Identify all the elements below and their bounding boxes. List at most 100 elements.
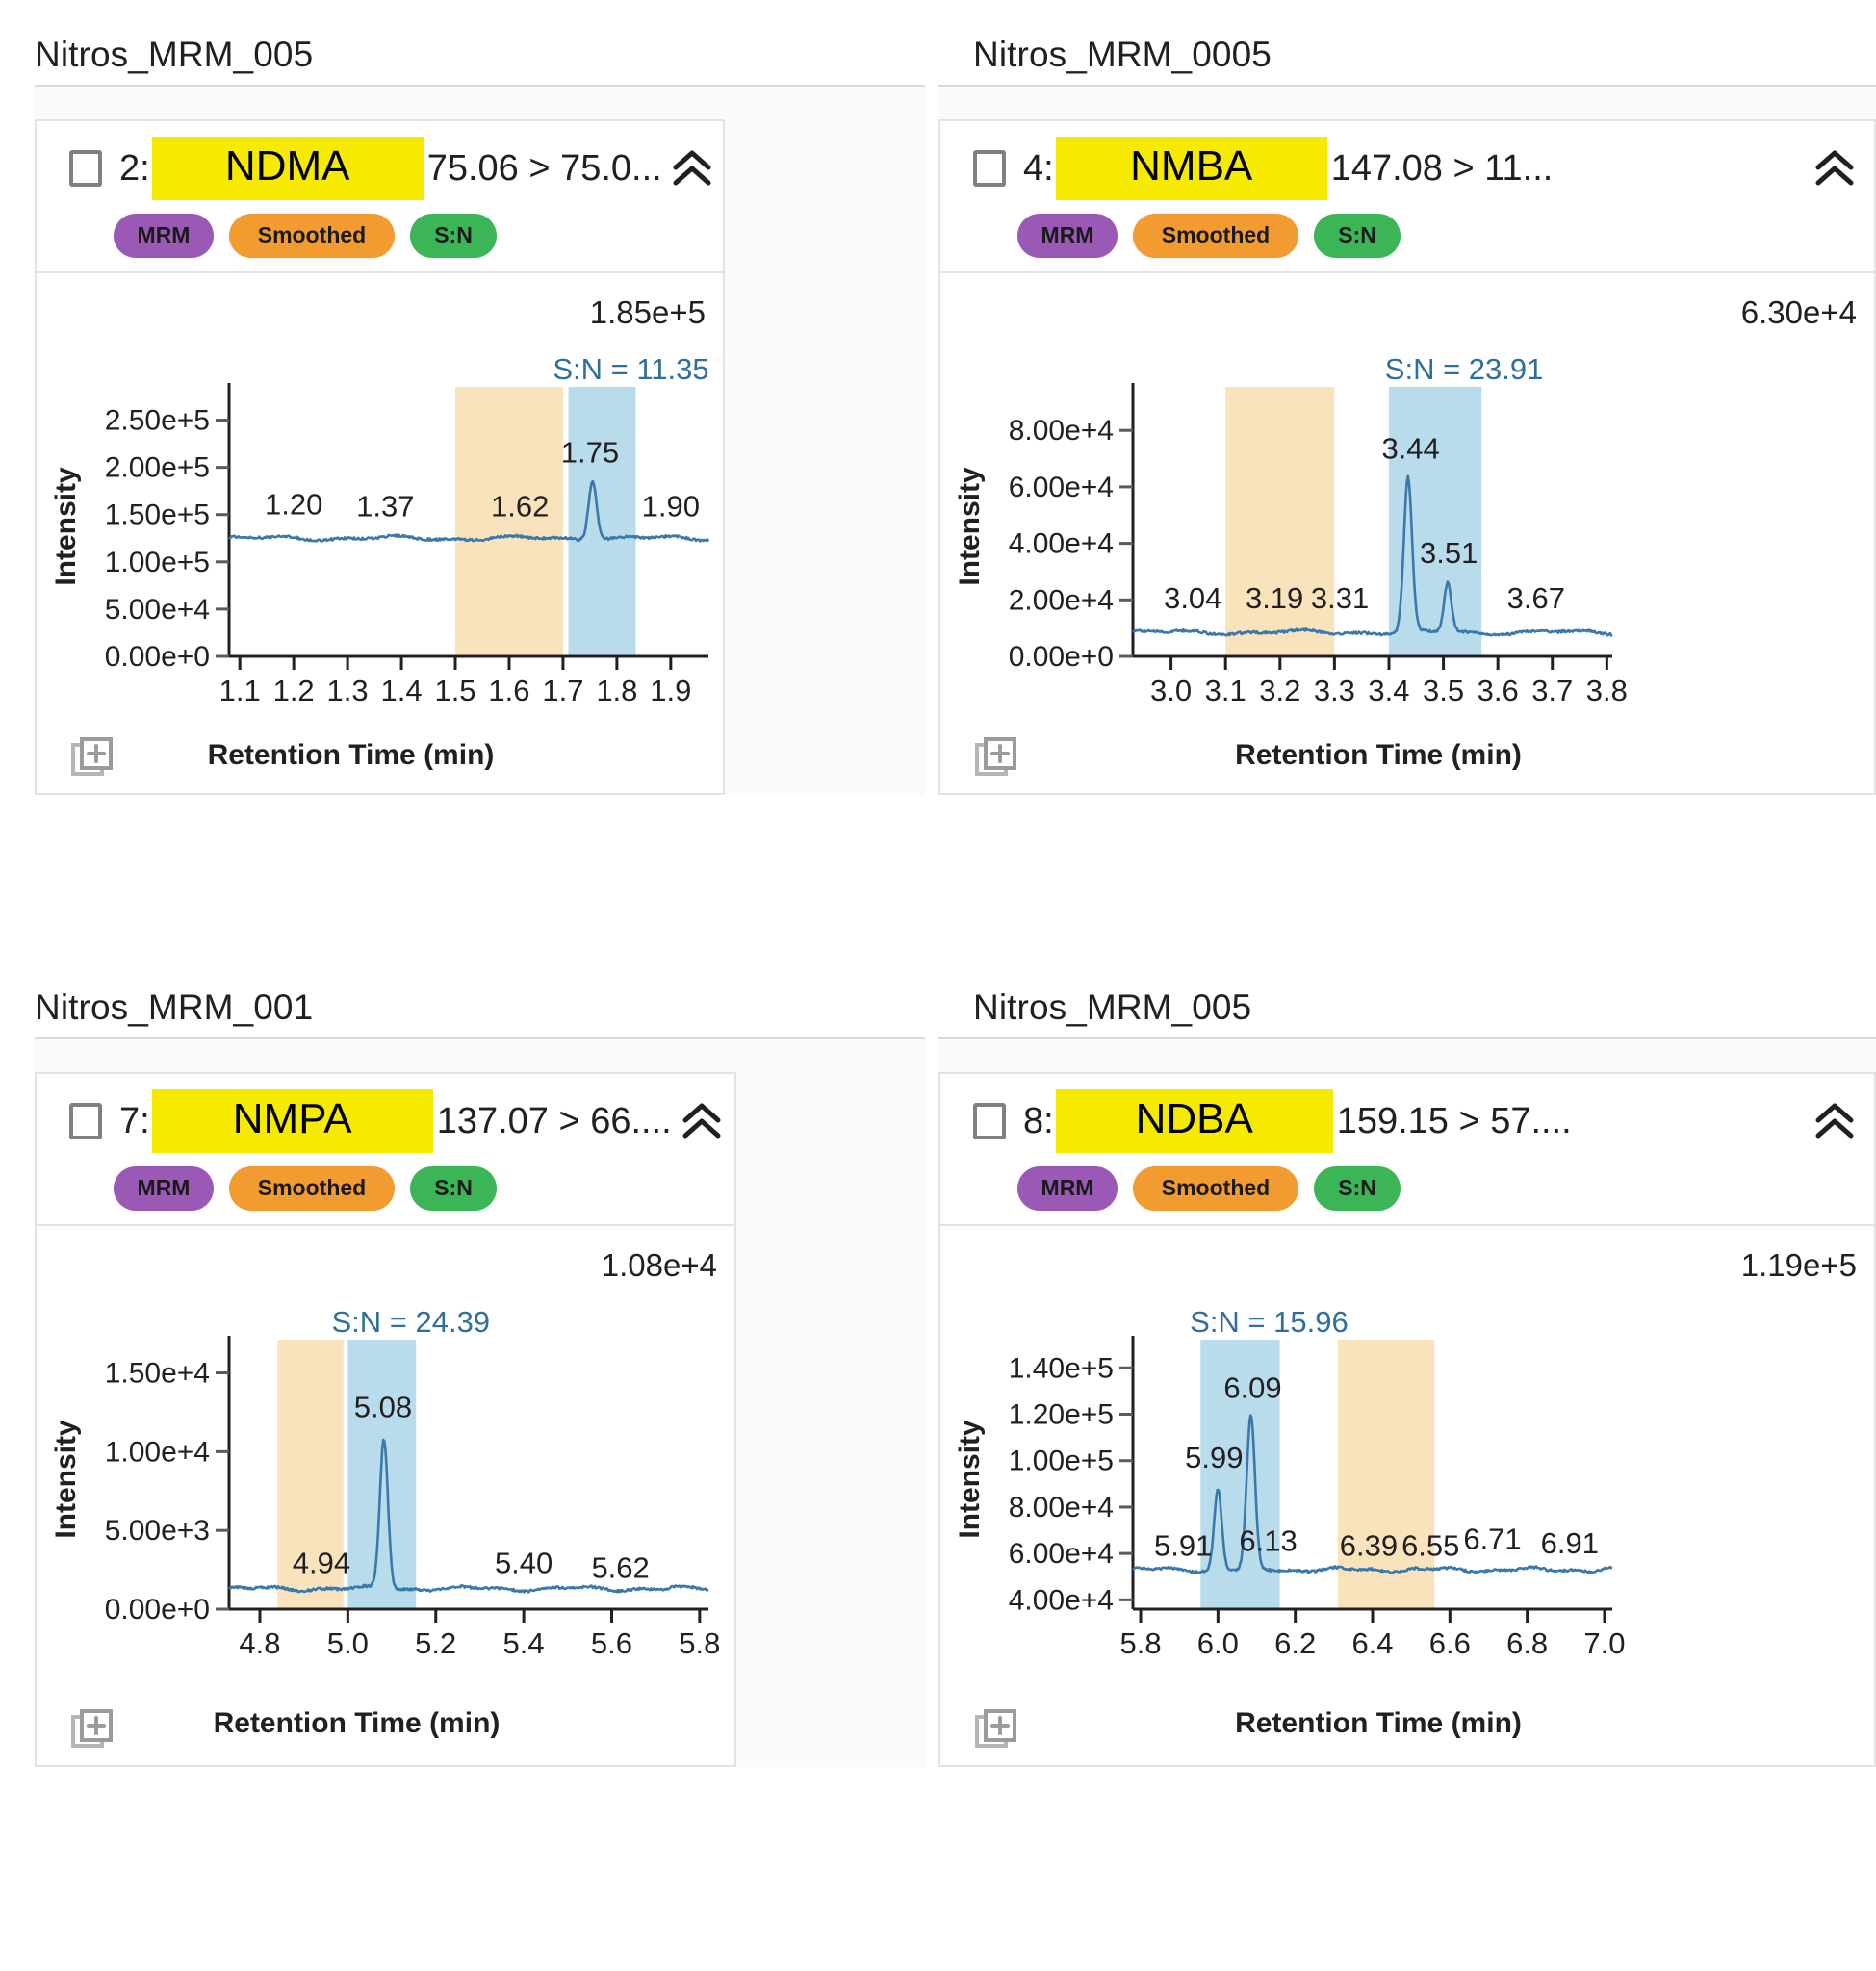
x-tick-label: 5.6 [591,1626,632,1660]
tag-smoothed-1[interactable]: Smoothed [229,214,395,258]
y-tick-label: 1.20e+5 [1009,1399,1114,1431]
sn-band [568,387,636,656]
add-plot-icon-2[interactable] [975,737,1017,780]
panel-nmpa: Nitros_MRM_001 7: NMPA 137.07 > 66.... M… [0,966,938,1971]
chevron-double-up-icon[interactable] [670,146,714,191]
x-tick-label: 5.2 [415,1626,456,1660]
chevron-double-up-icon[interactable] [1812,146,1857,191]
analyte-card-3: 7: NMPA 137.07 > 66.... MRM Smoothed S:N… [35,1072,736,1767]
select-checkbox-2[interactable] [973,150,1006,187]
transition-4: 159.15 > 57.... [1336,1100,1572,1141]
y-max-annotation-2: 6.30e+4 [1740,294,1857,330]
peak-rt-label: 3.31 [1311,581,1369,615]
select-checkbox-3[interactable] [69,1103,102,1139]
tag-sn-2[interactable]: S:N [1314,214,1401,258]
select-checkbox-1[interactable] [69,150,102,187]
add-plot-icon-1[interactable] [71,737,114,780]
tag-mrm-1[interactable]: MRM [114,214,214,258]
panel-ndma: Nitros_MRM_005 2: NDMA 75.06 > 75.0... M… [0,0,938,966]
x-tick-label: 6.8 [1506,1626,1548,1660]
sn-annotation: S:N = 11.35 [553,352,708,386]
y-tick-label: 0.00e+0 [105,1594,210,1625]
tag-row-4: MRM Smoothed S:N [940,1153,1874,1211]
tag-mrm-4[interactable]: MRM [1017,1166,1118,1211]
y-tick-label: 6.00e+4 [1009,472,1114,503]
peak-rt-label: 6.55 [1401,1529,1459,1563]
panel-wrap-2: 4: NMBA 147.08 > 11... MRM Smoothed S:N … [938,85,1876,795]
file-title-4: Nitros_MRM_005 [973,987,1252,1027]
chevron-double-up-icon[interactable] [680,1099,724,1143]
panel-wrap-4: 8: NDBA 159.15 > 57.... MRM Smoothed S:N… [938,1037,1876,1767]
x-tick-label: 6.2 [1274,1626,1316,1660]
x-axis-title-3: Retention Time (min) [213,1707,501,1739]
peak-rt-label: 1.75 [561,436,619,470]
tag-mrm-3[interactable]: MRM [114,1166,214,1211]
tag-sn-3[interactable]: S:N [410,1166,497,1211]
x-tick-label: 3.4 [1368,674,1409,707]
peak-rt-label: 6.39 [1340,1529,1398,1563]
select-checkbox-4[interactable] [973,1103,1006,1139]
x-tick-label: 1.9 [650,674,691,707]
chevron-double-up-icon[interactable] [1812,1099,1857,1143]
tag-smoothed-4[interactable]: Smoothed [1133,1166,1298,1211]
y-tick-label: 4.00e+4 [1009,528,1114,560]
chromatogram-panel-grid: Nitros_MRM_005 2: NDMA 75.06 > 75.0... M… [0,0,1876,1971]
file-title-1: Nitros_MRM_005 [35,35,314,74]
sn-annotation: S:N = 15.96 [1190,1305,1349,1339]
peak-rt-label: 6.09 [1223,1371,1281,1405]
card-header-3: 7: NMPA 137.07 > 66.... MRM Smoothed S:N [37,1074,734,1226]
x-tick-label: 6.4 [1351,1626,1393,1660]
y-tick-label: 1.50e+5 [105,499,210,531]
tag-sn-1[interactable]: S:N [410,214,497,258]
y-tick-label: 0.00e+0 [105,641,210,673]
chart-body-2: 6.30e+4 0.00e+0 2.00e+4 4.00e+4 6.00e+4 8.00… [940,273,1874,793]
peak-rt-label: 6.91 [1541,1526,1599,1560]
add-plot-icon-3[interactable] [71,1709,114,1752]
x-tick-label: 1.1 [219,674,261,707]
peak-rt-label: 3.19 [1246,581,1303,615]
y-tick-label: 4.00e+4 [1009,1584,1114,1616]
x-tick-label: 3.2 [1259,674,1300,707]
x-tick-label: 5.0 [327,1626,369,1660]
y-axis-title: Intensity [50,467,82,586]
y-tick-label: 8.00e+4 [1009,415,1114,447]
analyte-card-4: 8: NDBA 159.15 > 57.... MRM Smoothed S:N… [938,1072,1876,1767]
x-tick-label: 6.6 [1429,1626,1471,1660]
peak-rt-label: 3.04 [1164,581,1221,615]
peak-rt-label: 4.94 [293,1546,350,1579]
add-plot-icon-4[interactable] [975,1709,1017,1752]
integration-band [1225,387,1335,656]
peak-rt-label: 3.44 [1381,432,1439,466]
chart-body-4: 1.19e+5 4.00e+4 6.00e+4 8.00e+4 1.00e+5 1.20… [940,1226,1874,1765]
tag-row-3: MRM Smoothed S:N [37,1153,734,1211]
x-tick-label: 1.5 [434,674,475,707]
y-max-annotation-3: 1.08e+4 [601,1247,717,1283]
y-tick-label: 2.50e+5 [105,405,210,437]
y-tick-label: 1.00e+5 [105,547,210,578]
y-tick-label: 1.00e+5 [1009,1446,1114,1477]
analyte-name-1: NDMA [151,137,424,200]
transition-1: 75.06 > 75.0... [426,147,662,189]
tag-mrm-2[interactable]: MRM [1017,214,1118,258]
peak-rt-label: 5.62 [591,1550,649,1584]
y-tick-label: 6.00e+4 [1009,1538,1114,1570]
file-title-2: Nitros_MRM_0005 [973,35,1272,74]
x-tick-label: 4.8 [239,1626,280,1660]
x-tick-label: 1.7 [542,674,583,707]
x-tick-label: 5.8 [679,1626,720,1660]
tag-sn-4[interactable]: S:N [1314,1166,1401,1211]
peak-rt-label: 1.37 [356,490,414,524]
tag-smoothed-2[interactable]: Smoothed [1133,214,1298,258]
sn-annotation: S:N = 23.91 [1385,352,1544,386]
x-tick-label: 3.6 [1478,674,1519,707]
y-tick-label: 1.00e+4 [105,1436,210,1468]
x-tick-label: 3.8 [1586,674,1628,707]
transition-2: 147.08 > 11... [1330,147,1554,189]
peak-rt-label: 5.99 [1185,1441,1243,1474]
tag-smoothed-3[interactable]: Smoothed [229,1166,395,1211]
x-tick-label: 1.2 [273,674,315,707]
y-max-annotation-4: 1.19e+5 [1740,1247,1857,1283]
peak-rt-label: 3.51 [1420,536,1478,570]
file-title-3: Nitros_MRM_001 [35,987,314,1027]
analyte-name-3: NMPA [151,1089,433,1153]
